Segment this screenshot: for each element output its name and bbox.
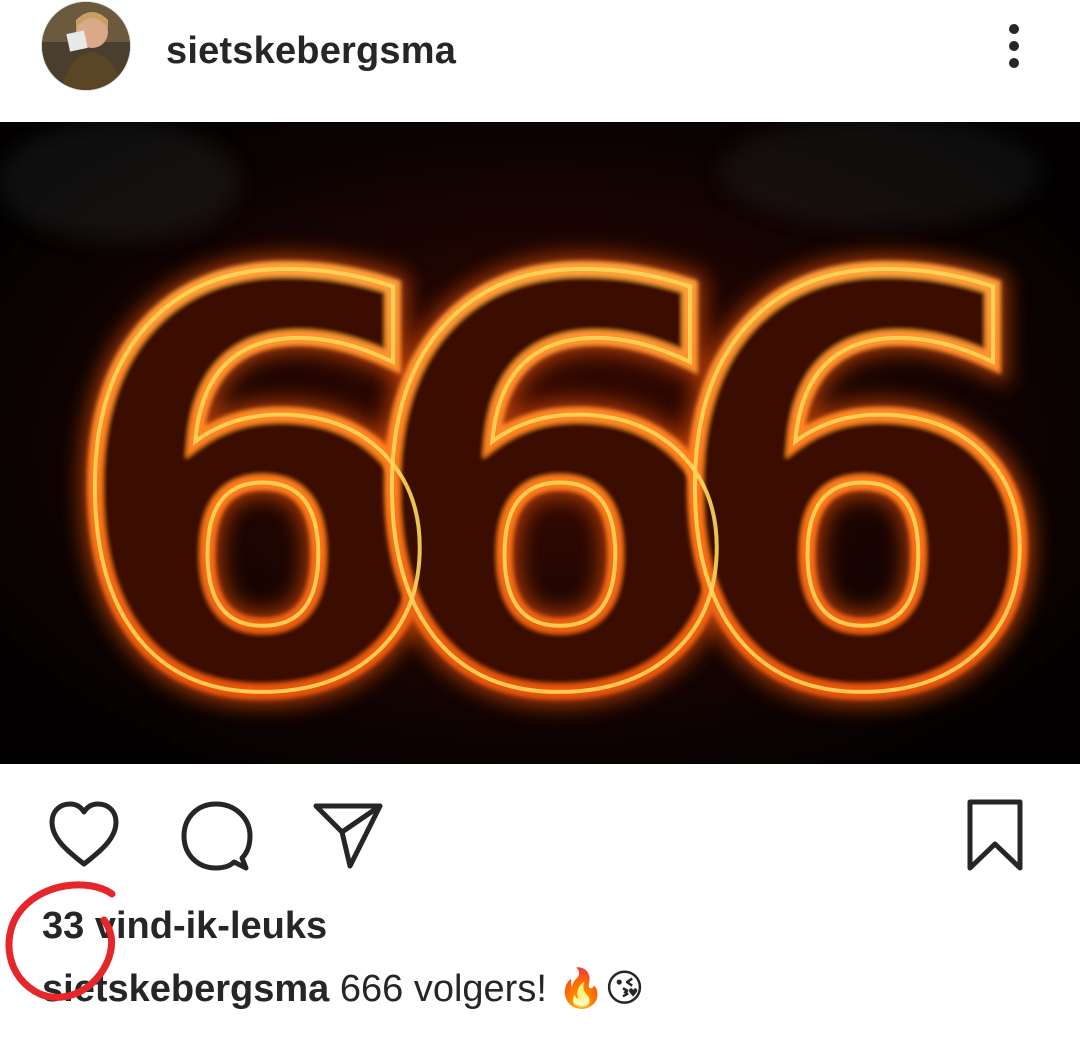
comment-icon xyxy=(181,801,253,871)
more-options-button[interactable] xyxy=(990,18,1038,74)
post-image[interactable]: 6 6 6 6 6 6 6 6 6 xyxy=(0,122,1080,764)
send-icon xyxy=(313,803,383,869)
caption-username[interactable]: sietskebergsma xyxy=(42,968,329,1010)
caption-emojis: 🔥😘 xyxy=(557,966,645,1010)
avatar-image xyxy=(42,2,130,90)
post-actions xyxy=(0,764,1080,894)
more-vertical-icon xyxy=(1009,24,1019,68)
flaming-666-image: 6 6 6 6 6 6 6 6 6 xyxy=(0,122,1080,764)
share-button[interactable] xyxy=(312,800,384,870)
heart-icon xyxy=(49,801,119,867)
caption: sietskebergsma 666 volgers! 🔥😘 xyxy=(42,964,644,1013)
caption-text: 666 volgers! xyxy=(339,968,547,1010)
bookmark-icon xyxy=(967,799,1023,871)
post-header: sietskebergsma xyxy=(0,0,1080,122)
like-button[interactable] xyxy=(46,800,122,870)
flame-digits-core: 6 6 6 xyxy=(58,163,1052,764)
avatar[interactable] xyxy=(42,2,130,90)
svg-text:6: 6 xyxy=(660,165,1050,764)
save-button[interactable] xyxy=(962,798,1028,872)
likes-count[interactable]: 33 vind-ik-leuks xyxy=(42,902,327,950)
comment-button[interactable] xyxy=(180,800,254,872)
username[interactable]: sietskebergsma xyxy=(166,28,456,74)
next-line-cutoff xyxy=(42,1030,602,1038)
